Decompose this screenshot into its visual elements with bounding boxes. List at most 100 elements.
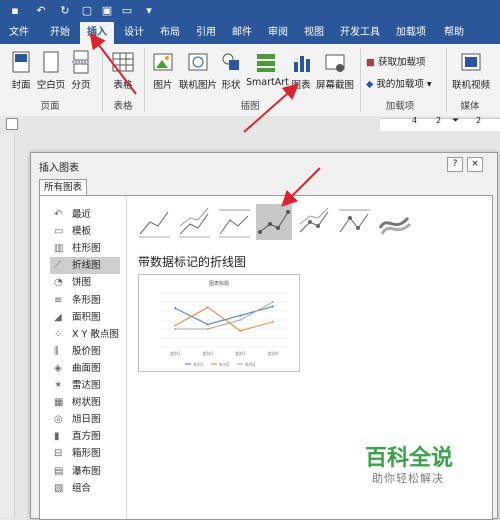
watermark-slogan: 助你轻松解决: [372, 472, 444, 485]
line-with-markers-subtype[interactable]: [256, 204, 292, 240]
tab-layout[interactable]: 布局: [154, 22, 186, 44]
ribbon-tabs: 文件 开始 插入 设计 布局 引用 邮件 审阅 视图 开发工具 加载项 帮助: [0, 22, 500, 44]
page-break-button[interactable]: 分页: [66, 50, 96, 91]
vertical-ruler[interactable]: [0, 134, 15, 517]
screenshot-button[interactable]: 屏幕截图: [314, 50, 356, 91]
3d-line-subtype[interactable]: [376, 204, 412, 240]
chart-category-label: 箱形图: [72, 448, 101, 460]
data-point: [206, 323, 209, 326]
chart-category-item[interactable]: ▮ 直方图: [50, 428, 120, 445]
chart-category-item[interactable]: ⫼ 股价图: [50, 343, 120, 360]
chart-category-label: 股价图: [72, 345, 101, 357]
data-point: [206, 328, 209, 330]
data-point: [271, 320, 274, 323]
smartart-button[interactable]: SmartArt: [246, 50, 289, 88]
chart-category-item[interactable]: ⟋ 折线图: [50, 257, 120, 275]
chart-category-item[interactable]: ◈ 曲面图: [50, 360, 120, 377]
save-icon[interactable]: ▪: [8, 4, 22, 18]
help-button[interactable]: ?: [447, 157, 463, 172]
tab-selector-icon[interactable]: [6, 118, 18, 130]
stacked-line-subtype[interactable]: [176, 204, 212, 240]
percent-stacked-markers-subtype[interactable]: [336, 204, 372, 240]
chart-category-item[interactable]: ▦ 树状图: [50, 394, 120, 411]
chart-category-item[interactable]: ▧ 组合: [50, 480, 120, 497]
tab-mailings[interactable]: 邮件: [226, 22, 258, 44]
group-tables: 表格: [113, 101, 133, 112]
online-picture-icon: [188, 53, 208, 71]
close-button[interactable]: ×: [467, 157, 483, 172]
picture-button[interactable]: 图片: [148, 50, 178, 91]
separator: [360, 48, 361, 112]
print-preview-icon[interactable]: ▣: [100, 4, 114, 18]
percent-stacked-line-subtype[interactable]: [216, 204, 252, 240]
my-addins-button[interactable]: ◆ 我的加载项 ▾: [366, 76, 442, 90]
category-tick-label: 类别4: [267, 350, 278, 356]
online-video-button[interactable]: 联机视频: [448, 50, 494, 91]
horizontal-ruler[interactable]: 4 2 2 ⏷: [0, 116, 500, 134]
tab-references[interactable]: 引用: [190, 22, 222, 44]
chart-category-icon: ⊟: [54, 448, 63, 460]
line-chart-subtype[interactable]: [136, 204, 172, 240]
chart-category-label: 条形图: [72, 294, 101, 306]
chart-category-item[interactable]: ▥ 柱形图: [50, 240, 120, 257]
legend-label: 系列2: [219, 361, 230, 367]
tab-home[interactable]: 开始: [44, 22, 76, 44]
tab-view[interactable]: 视图: [298, 22, 330, 44]
chart-category-icon: ▭: [54, 226, 64, 238]
chart-category-label: 面积图: [72, 311, 101, 323]
chart-category-item[interactable]: ▭ 模板: [50, 223, 120, 240]
table-button[interactable]: 表格: [106, 50, 140, 91]
chart-category-icon: ≡: [54, 294, 63, 306]
chart-category-label: 饼图: [72, 277, 92, 289]
category-tick-label: 类别3: [235, 350, 246, 356]
data-point: [239, 329, 242, 332]
blank-page-icon: [43, 51, 59, 73]
tab-developer[interactable]: 开发工具: [334, 22, 386, 44]
chart-category-item[interactable]: ⊟ 箱形图: [50, 445, 120, 462]
chart-category-item[interactable]: ⁘ X Y 散点图: [50, 326, 120, 343]
chart-category-item[interactable]: ✶ 雷达图: [50, 377, 120, 394]
tab-insert[interactable]: 插入: [80, 22, 114, 44]
chart-category-label: 树状图: [72, 397, 101, 409]
chart-category-label: 瀑布图: [72, 465, 101, 477]
dialog-title: 插入图表: [39, 163, 79, 174]
undo-icon[interactable]: ↶: [34, 4, 48, 18]
data-point: [174, 324, 177, 327]
online-picture-button[interactable]: 联机图片: [178, 50, 218, 91]
chart-category-item[interactable]: ▤ 瀑布图: [50, 463, 120, 480]
indent-marker-icon[interactable]: ⏷: [452, 116, 459, 126]
tab-help[interactable]: 帮助: [438, 22, 470, 44]
chart-category-icon: ▧: [54, 482, 64, 494]
chart-category-icon: ✶: [54, 380, 63, 391]
chart-button[interactable]: 图表: [288, 50, 314, 91]
redo-icon[interactable]: ↻: [58, 4, 72, 18]
chart-category-item[interactable]: ◎ 旭日图: [50, 411, 120, 428]
blank-page-button[interactable]: 空白页: [36, 50, 66, 91]
get-addins-button[interactable]: ■ 获取加载项: [366, 54, 436, 68]
chart-category-label: 柱形图: [72, 243, 101, 255]
chart-category-item[interactable]: ◢ 面积图: [50, 309, 120, 326]
chart-preview[interactable]: 图表标题 类别1 类别2 类别3 类别4 系列1 系列2 系列3: [138, 274, 300, 372]
cover-button[interactable]: 封面: [6, 50, 36, 91]
customize-icon[interactable]: ▾: [142, 4, 156, 18]
chart-category-icon: ▮: [54, 431, 60, 443]
tab-review[interactable]: 审阅: [262, 22, 294, 44]
chart-category-label: 组合: [72, 482, 92, 494]
chart-category-item[interactable]: ↶ 最近: [50, 206, 120, 223]
chart-category-item[interactable]: ≡ 条形图: [50, 292, 120, 309]
open-folder-icon[interactable]: ▭: [120, 4, 134, 18]
stacked-line-markers-subtype[interactable]: [296, 204, 332, 240]
tab-file[interactable]: 文件: [4, 22, 34, 44]
series-line: [175, 306, 273, 326]
chart-icon: [294, 56, 310, 72]
tab-design[interactable]: 设计: [118, 22, 150, 44]
tab-all-charts[interactable]: 所有图表: [39, 179, 87, 196]
tab-addins[interactable]: 加载项: [390, 22, 432, 44]
chart-category-label: 最近: [72, 209, 92, 220]
shapes-button[interactable]: 形状: [218, 50, 244, 91]
new-document-icon[interactable]: ▢: [80, 4, 94, 18]
chart-category-label: 旭日图: [72, 414, 101, 426]
group-media: 媒体: [460, 101, 480, 112]
chart-category-item[interactable]: ◔ 饼图: [50, 274, 120, 291]
chart-category-label: 雷达图: [72, 380, 101, 391]
